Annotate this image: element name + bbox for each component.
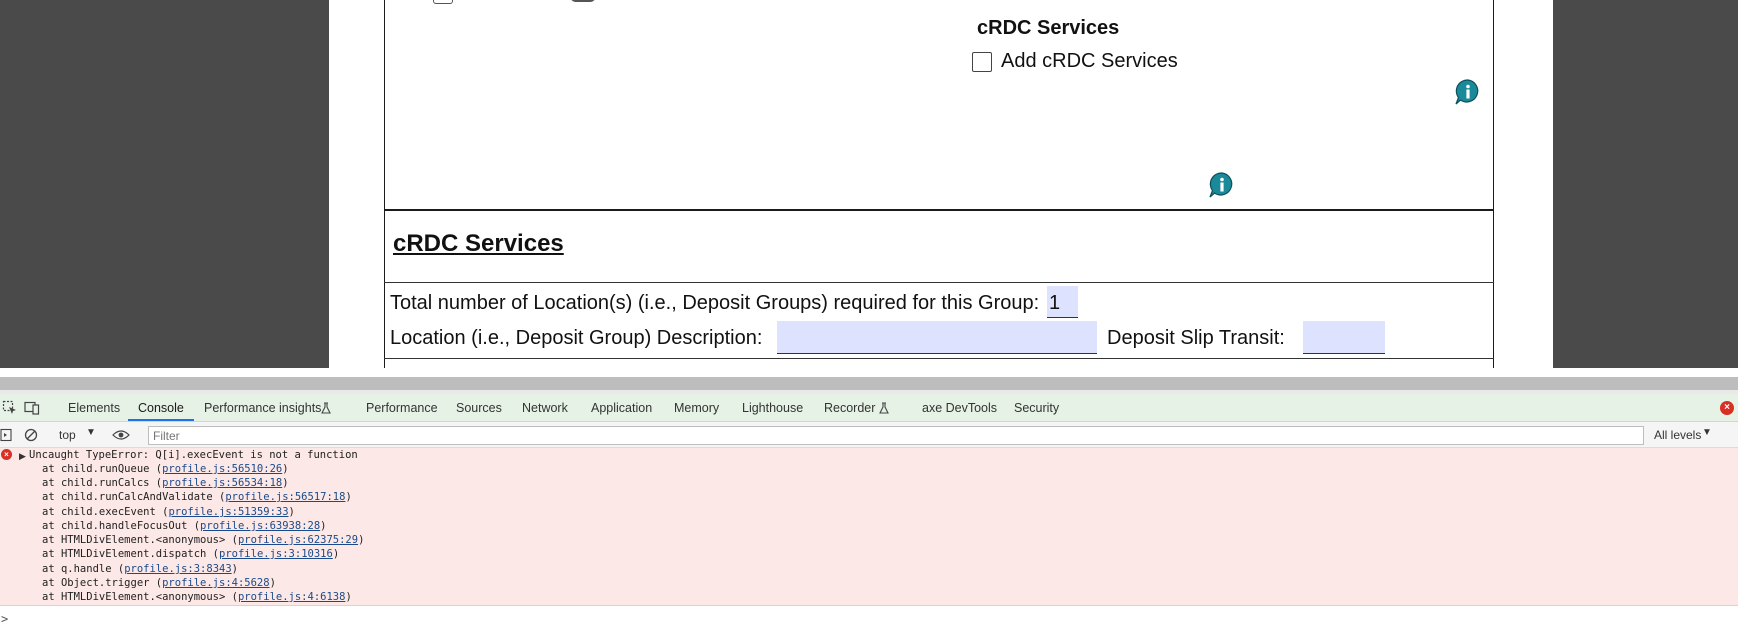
inspect-element-icon[interactable] — [2, 400, 18, 416]
tab-memory[interactable]: Memory — [674, 401, 719, 415]
stack-frame: at child.runCalcAndValidate (profile.js:… — [42, 491, 352, 503]
source-link[interactable]: profile.js:51359:33 — [168, 506, 288, 518]
tab-recorder[interactable]: Recorder — [824, 401, 875, 415]
source-link[interactable]: profile.js:62375:29 — [238, 534, 358, 546]
tab-elements[interactable]: Elements — [68, 401, 120, 415]
tab-sources[interactable]: Sources — [456, 401, 502, 415]
error-icon: × — [1, 449, 12, 460]
tab-network[interactable]: Network — [522, 401, 568, 415]
cutoff-checkbox[interactable] — [433, 0, 453, 4]
tab-performance[interactable]: Performance — [366, 401, 438, 415]
tab-axe-devtools[interactable]: axe DevTools — [922, 401, 997, 415]
source-link[interactable]: profile.js:3:10316 — [219, 548, 333, 560]
deposit-slip-label: Deposit Slip Transit: — [1107, 327, 1285, 349]
stack-frame: at q.handle (profile.js:3:8343) — [42, 563, 238, 575]
chevron-down-icon: ▼ — [86, 427, 96, 438]
expand-caret-icon[interactable]: ▶ — [19, 451, 26, 462]
tab-performance-insights[interactable]: Performance insights — [204, 401, 321, 415]
stack-frame: at HTMLDivElement.<anonymous> (profile.j… — [42, 591, 352, 603]
console-prompt[interactable]: > — [1, 612, 8, 626]
source-link[interactable]: profile.js:3:8343 — [124, 563, 231, 575]
add-crdc-label[interactable]: Add cRDC Services — [1001, 50, 1178, 73]
error-message-text: Uncaught TypeError: Q[i].execEvent is no… — [29, 449, 358, 461]
info-icon[interactable] — [1454, 78, 1482, 106]
crdc-subheading: cRDC Services — [977, 17, 1120, 39]
source-link[interactable]: profile.js:56510:26 — [162, 463, 282, 475]
context-selector[interactable]: top — [59, 428, 76, 442]
form-box-top — [384, 0, 1494, 211]
source-link[interactable]: profile.js:63938:28 — [200, 520, 320, 532]
sidebar-toggle-icon[interactable] — [0, 428, 12, 442]
device-toolbar-icon[interactable] — [24, 400, 40, 416]
close-devtools-icon[interactable]: × — [1720, 401, 1734, 415]
chevron-down-icon: ▼ — [1702, 427, 1712, 438]
stack-frame: at Object.trigger (profile.js:4:5628) — [42, 577, 276, 589]
divider — [384, 282, 1494, 283]
location-description-input[interactable] — [777, 321, 1097, 354]
section-title: cRDC Services — [393, 230, 564, 257]
flask-icon — [321, 402, 331, 414]
console-filter-input[interactable] — [148, 426, 1644, 445]
source-link[interactable]: profile.js:56534:18 — [162, 477, 282, 489]
location-description-label: Location (i.e., Deposit Group) Descripti… — [390, 327, 763, 349]
clear-console-icon[interactable] — [24, 428, 38, 442]
source-link[interactable]: profile.js:4:5628 — [162, 577, 269, 589]
stack-frame: at child.handleFocusOut (profile.js:6393… — [42, 520, 327, 532]
info-icon[interactable] — [1208, 171, 1236, 199]
flask-icon — [879, 402, 889, 414]
tab-security[interactable]: Security — [1014, 401, 1059, 415]
devtools-resize-handle[interactable] — [0, 377, 1738, 390]
active-tab-indicator — [128, 419, 194, 421]
divider — [384, 358, 1494, 359]
stack-frame: at child.runQueue (profile.js:56510:26) — [42, 463, 289, 475]
stack-frame: at child.execEvent (profile.js:51359:33) — [42, 506, 295, 518]
log-levels-dropdown[interactable]: All levels — [1654, 428, 1701, 442]
eye-icon[interactable] — [112, 429, 130, 441]
add-crdc-checkbox[interactable] — [972, 51, 992, 72]
stack-frame: at child.runCalcs (profile.js:56534:18) — [42, 477, 289, 489]
stack-frame: at HTMLDivElement.dispatch (profile.js:3… — [42, 548, 340, 560]
total-locations-input[interactable] — [1047, 286, 1078, 318]
source-link[interactable]: profile.js:56517:18 — [225, 491, 345, 503]
tab-lighthouse[interactable]: Lighthouse — [742, 401, 803, 415]
deposit-slip-input[interactable] — [1303, 321, 1385, 354]
stack-frame: at HTMLDivElement.<anonymous> (profile.j… — [42, 534, 365, 546]
source-link[interactable]: profile.js:4:6138 — [238, 591, 345, 603]
tab-console[interactable]: Console — [138, 401, 184, 415]
add-crdc-row[interactable]: Add cRDC Services — [972, 50, 1178, 73]
total-locations-label: Total number of Location(s) (i.e., Depos… — [390, 292, 1040, 314]
tab-application[interactable]: Application — [591, 401, 652, 415]
